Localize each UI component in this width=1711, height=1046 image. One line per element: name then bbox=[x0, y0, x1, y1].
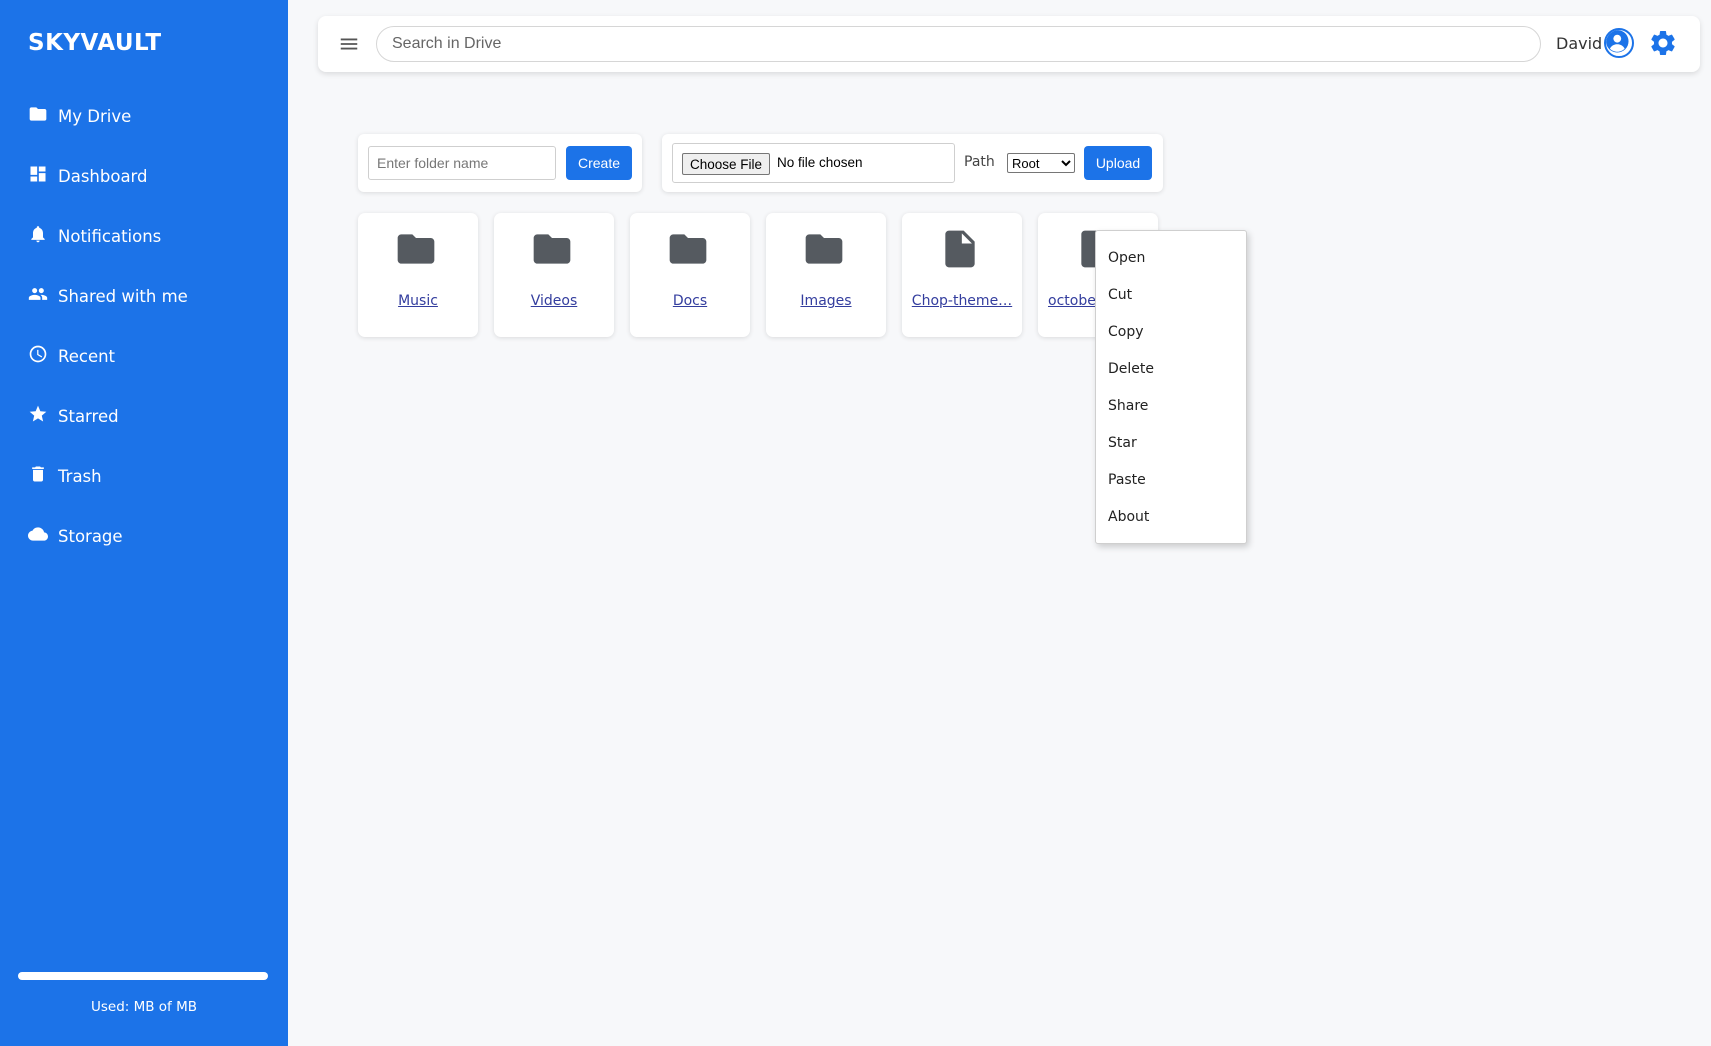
sidebar-item-label: Dashboard bbox=[58, 166, 148, 186]
context-menu-open[interactable]: Open bbox=[1096, 239, 1246, 276]
choose-file-button[interactable]: Choose File bbox=[682, 153, 771, 175]
context-menu-cut[interactable]: Cut bbox=[1096, 276, 1246, 313]
item-name[interactable]: Docs bbox=[638, 293, 742, 309]
sidebar-item-my-drive[interactable]: My Drive bbox=[0, 86, 288, 146]
path-label: Path bbox=[964, 154, 995, 170]
sidebar-item-label: Notifications bbox=[58, 226, 162, 246]
context-menu-paste[interactable]: Paste bbox=[1096, 461, 1246, 498]
context-menu-star[interactable]: Star bbox=[1096, 424, 1246, 461]
sidebar-item-notifications[interactable]: Notifications bbox=[0, 206, 288, 266]
context-menu-share[interactable]: Share bbox=[1096, 387, 1246, 424]
folder-icon bbox=[802, 227, 846, 271]
user-avatar-icon[interactable] bbox=[1604, 28, 1634, 58]
file-item-chop-theme[interactable]: Chop-theme… bbox=[902, 213, 1022, 337]
top-header: David bbox=[318, 16, 1700, 72]
sidebar-item-shared-with-me[interactable]: Shared with me bbox=[0, 266, 288, 326]
sidebar-item-recent[interactable]: Recent bbox=[0, 326, 288, 386]
upload-panel: Choose File No file chosen Path Root Upl… bbox=[662, 134, 1163, 192]
file-input[interactable]: Choose File No file chosen bbox=[672, 143, 955, 183]
bell-icon bbox=[28, 224, 48, 248]
create-folder-button[interactable]: Create bbox=[566, 146, 632, 180]
folder-icon bbox=[530, 227, 574, 271]
storage-progress-bar bbox=[18, 972, 268, 980]
cloud-icon bbox=[28, 524, 48, 548]
gear-icon[interactable] bbox=[1648, 28, 1678, 58]
folder-icon bbox=[394, 227, 438, 271]
item-name[interactable]: Music bbox=[366, 293, 470, 309]
item-name[interactable]: Images bbox=[774, 293, 878, 309]
user-name: David bbox=[1556, 34, 1603, 53]
sidebar-item-dashboard[interactable]: Dashboard bbox=[0, 146, 288, 206]
sidebar-item-label: Recent bbox=[58, 346, 116, 366]
create-folder-panel: Create bbox=[358, 134, 642, 192]
folder-icon bbox=[28, 104, 48, 128]
people-icon bbox=[28, 284, 48, 308]
context-menu-delete[interactable]: Delete bbox=[1096, 350, 1246, 387]
sidebar-item-label: Starred bbox=[58, 406, 119, 426]
folder-icon bbox=[666, 227, 710, 271]
path-select[interactable]: Root bbox=[1007, 153, 1075, 173]
sidebar-item-label: Storage bbox=[58, 526, 123, 546]
trash-icon bbox=[28, 464, 48, 488]
search-input[interactable] bbox=[376, 26, 1541, 62]
sidebar-item-label: My Drive bbox=[58, 106, 132, 126]
sidebar-item-trash[interactable]: Trash bbox=[0, 446, 288, 506]
folder-item-docs[interactable]: Docs bbox=[630, 213, 750, 337]
context-menu-about[interactable]: About bbox=[1096, 498, 1246, 535]
star-icon bbox=[28, 404, 48, 428]
menu-icon[interactable] bbox=[338, 33, 360, 55]
sidebar-item-label: Trash bbox=[58, 466, 102, 486]
folder-item-music[interactable]: Music bbox=[358, 213, 478, 337]
context-menu: Open Cut Copy Delete Share Star Paste Ab… bbox=[1095, 230, 1247, 544]
item-name[interactable]: Videos bbox=[502, 293, 606, 309]
sidebar-item-storage[interactable]: Storage bbox=[0, 506, 288, 566]
item-name[interactable]: Chop-theme… bbox=[910, 293, 1014, 309]
clock-icon bbox=[28, 344, 48, 368]
sidebar-item-starred[interactable]: Starred bbox=[0, 386, 288, 446]
dashboard-icon bbox=[28, 164, 48, 188]
file-icon bbox=[938, 227, 982, 271]
sidebar-nav: My Drive Dashboard Notifications Shared … bbox=[0, 86, 288, 566]
folder-name-input[interactable] bbox=[368, 146, 556, 180]
folder-item-images[interactable]: Images bbox=[766, 213, 886, 337]
folder-item-videos[interactable]: Videos bbox=[494, 213, 614, 337]
sidebar-item-label: Shared with me bbox=[58, 286, 188, 306]
upload-button[interactable]: Upload bbox=[1084, 146, 1152, 180]
sidebar: SKYVAULT My Drive Dashboard Notification… bbox=[0, 0, 288, 1046]
context-menu-copy[interactable]: Copy bbox=[1096, 313, 1246, 350]
no-file-text: No file chosen bbox=[777, 155, 863, 170]
brand-logo: SKYVAULT bbox=[28, 30, 162, 56]
storage-usage-text: Used: MB of MB bbox=[90, 999, 198, 1015]
